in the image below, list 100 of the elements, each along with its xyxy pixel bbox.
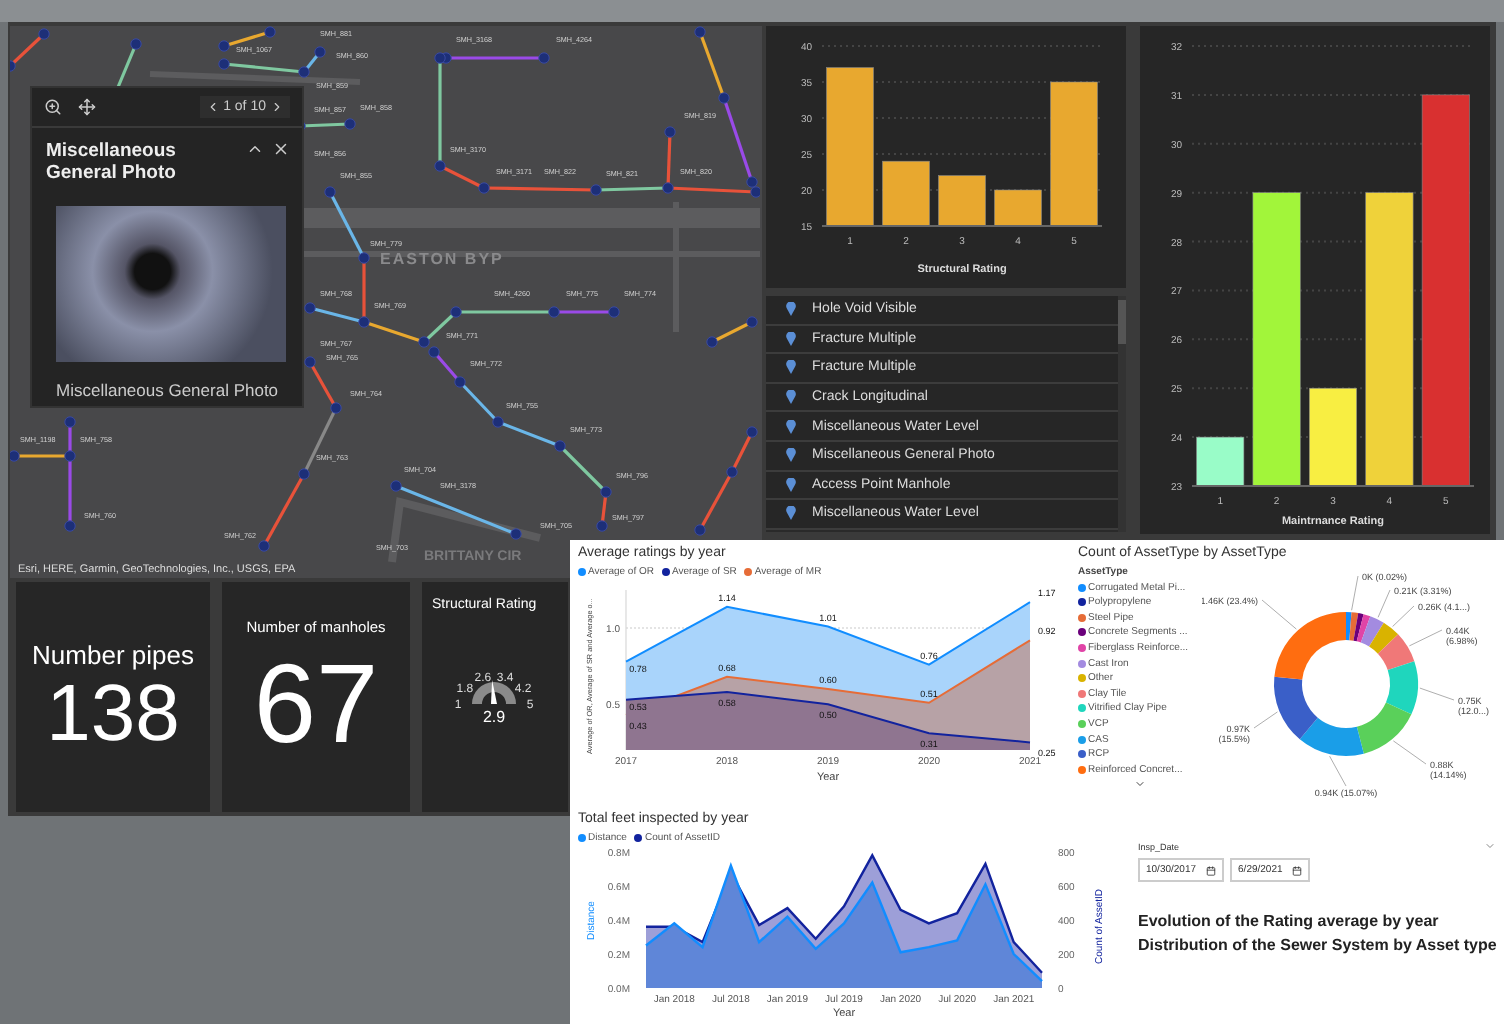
manhole-node[interactable] [10,450,20,462]
manhole-node[interactable] [434,52,446,64]
manhole-node[interactable] [434,160,446,172]
manhole-node[interactable] [492,416,504,428]
chart-bar [1309,387,1357,487]
manhole-node[interactable] [428,346,440,358]
pipe-line[interactable] [308,361,338,409]
pipe-line[interactable] [438,58,442,166]
legend-swatch [1078,659,1086,668]
manhole-node[interactable] [548,306,560,318]
manhole-node[interactable] [694,524,706,536]
manhole-node[interactable] [64,520,76,532]
manhole-node[interactable] [358,252,370,264]
manhole-node[interactable] [694,26,706,38]
legend-swatch [1078,765,1086,774]
manhole-node[interactable] [554,440,566,452]
pipe-line[interactable] [10,32,46,68]
manhole-node[interactable] [510,528,522,540]
manhole-node[interactable] [218,58,230,70]
pipe-line[interactable] [328,191,366,259]
pipe-line[interactable] [497,420,561,448]
legend-swatch [578,834,586,842]
close-icon[interactable] [272,140,290,158]
pipe-line[interactable] [223,30,271,48]
manhole-node[interactable] [608,306,620,318]
pipe-line[interactable] [458,380,500,424]
manhole-node[interactable] [258,540,270,552]
next-icon[interactable] [270,100,284,114]
manhole-node[interactable] [324,186,336,198]
pin-icon [786,506,796,521]
manhole-node[interactable] [298,66,310,78]
manhole-node[interactable] [38,28,50,40]
manhole-node[interactable] [750,186,760,198]
manhole-node[interactable] [358,316,370,328]
manhole-node[interactable] [304,302,316,314]
leader-line [1261,599,1297,630]
chevron-icon[interactable] [1484,840,1497,852]
zoom-icon[interactable] [44,98,62,116]
leader-line [1253,711,1278,729]
caret-icon[interactable] [1134,778,1146,791]
pipe-line[interactable] [698,31,726,99]
manhole-node[interactable] [10,60,16,72]
pipe-line[interactable] [730,431,754,473]
manhole-node[interactable] [662,182,674,194]
pipe-line[interactable] [363,320,425,344]
manhole-node[interactable] [538,52,550,64]
manhole-node[interactable] [304,356,316,368]
legend-swatch [1078,750,1086,759]
manhole-node[interactable] [746,316,758,328]
manhole-node[interactable] [314,46,326,58]
collapse-icon[interactable] [246,140,264,158]
manhole-node[interactable] [418,336,430,348]
pipe-line[interactable] [698,471,734,531]
manhole-node[interactable] [344,118,356,130]
manhole-node[interactable] [450,306,462,318]
pipe-line[interactable] [711,320,753,344]
pipe-line[interactable] [558,444,608,494]
manhole-node[interactable] [264,26,276,38]
chart-bar [1196,436,1245,487]
leader-line [1418,687,1454,701]
manhole-node[interactable] [218,40,230,52]
manhole-node[interactable] [330,402,342,414]
pipe-line[interactable] [309,306,365,324]
leader-line [1350,575,1358,611]
manhole-node[interactable] [590,184,602,196]
calendar-icon[interactable] [1292,865,1303,875]
manhole-node[interactable] [718,92,730,104]
manhole-node[interactable] [64,416,76,428]
calendar-icon[interactable] [1206,865,1217,875]
pipe-line[interactable] [14,454,70,458]
legend-swatch [578,568,586,576]
pipe-line[interactable] [395,484,517,536]
manhole-node[interactable] [746,176,758,188]
manhole-node[interactable] [746,426,758,438]
manhole-node[interactable] [478,182,490,194]
leader-line [1392,740,1426,765]
pipe-line[interactable] [362,258,366,322]
previous-icon[interactable] [205,100,220,114]
manhole-node[interactable] [454,376,466,388]
text-note: Distribution of the Sewer System by Asset type [1138,933,1497,957]
manhole-node[interactable] [130,38,142,50]
pipe-line[interactable] [302,51,322,73]
legend-swatch [1078,643,1086,652]
move-icon[interactable] [78,98,96,116]
legend-swatch [1078,628,1086,637]
manhole-node[interactable] [298,468,310,480]
legend-swatch [1078,613,1086,622]
manhole-node[interactable] [596,520,608,532]
manhole-node[interactable] [64,450,76,462]
legend-swatch [1078,583,1086,592]
manhole-node[interactable] [664,126,676,138]
legend-swatch [1078,735,1086,744]
pipe-line[interactable] [439,164,485,190]
legend-swatch [1078,704,1086,713]
manhole-node[interactable] [726,466,738,478]
manhole-node[interactable] [390,480,402,492]
pipe-line[interactable] [456,310,554,314]
manhole-node[interactable] [600,486,612,498]
manhole-node[interactable] [706,336,718,348]
gauge-arc [472,682,516,704]
